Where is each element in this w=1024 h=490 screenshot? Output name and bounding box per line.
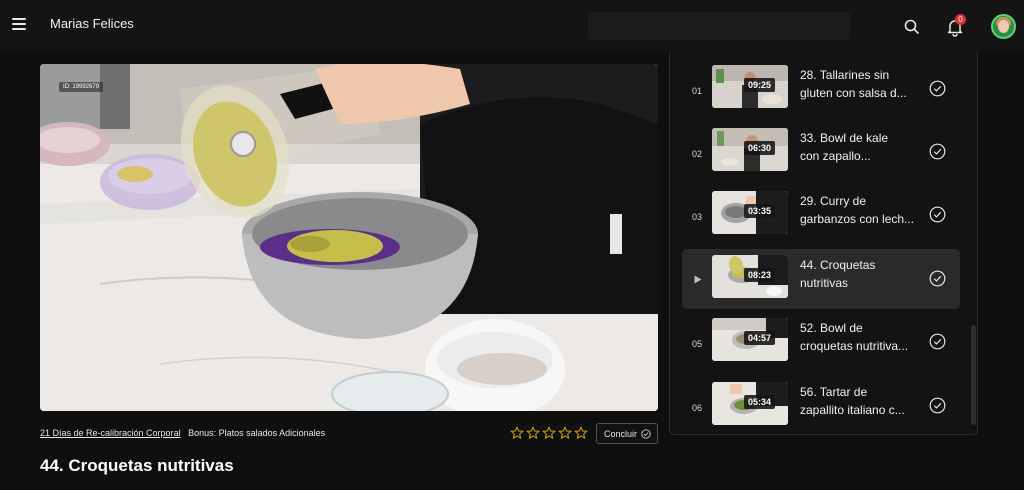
item-title-line: nutritivas xyxy=(800,276,849,290)
lesson-meta: 21 Días de Re-calibración Corporal Bonus… xyxy=(40,428,325,440)
hamburger-menu-icon[interactable] xyxy=(12,18,26,30)
star-icon[interactable] xyxy=(510,426,524,440)
star-icon[interactable] xyxy=(542,426,556,440)
item-title-line: 56. Tartar de xyxy=(800,385,868,399)
star-icon[interactable] xyxy=(526,426,540,440)
avatar[interactable] xyxy=(991,14,1016,39)
item-index: 05 xyxy=(692,339,703,349)
play-icon xyxy=(694,275,702,284)
complete-button-label: Concluir xyxy=(604,429,638,439)
playlist-item-active[interactable]: 08:23 44. Croquetas nutritivas xyxy=(682,249,960,309)
course-link[interactable]: 21 Días de Re-calibración Corporal xyxy=(40,428,181,438)
playlist-item[interactable]: 03 03:35 29. Curry de garbanzos con lech… xyxy=(682,185,960,245)
video-id-label: ID: 19992679 xyxy=(59,82,104,92)
search-icon[interactable] xyxy=(902,17,922,37)
video-frame xyxy=(40,64,658,411)
notification-badge: 0 xyxy=(955,14,966,25)
avatar-face xyxy=(998,20,1009,33)
item-duration: 06:30 xyxy=(744,141,776,155)
item-title: 52. Bowl de croquetas nutritiva... xyxy=(800,319,920,355)
check-circle-icon[interactable] xyxy=(929,333,946,350)
playlist-item[interactable]: 01 09:25 28. Tallarines sin gluten con s… xyxy=(682,59,960,119)
playlist-scrollbar-thumb[interactable] xyxy=(971,325,976,425)
section-label: Bonus: Platos salados Adicionales xyxy=(188,428,326,438)
item-index: 01 xyxy=(692,86,703,96)
item-index: 02 xyxy=(692,149,703,159)
item-title-line: con zapallo... xyxy=(800,149,871,163)
item-title-line: zapallito italiano c... xyxy=(800,403,905,417)
item-title: 44. Croquetas nutritivas xyxy=(800,256,920,292)
lesson-title: 44. Croquetas nutritivas xyxy=(40,456,234,475)
item-title-line: garbanzos con lech... xyxy=(800,212,915,226)
top-bar: Marias Felices 0 xyxy=(0,0,1024,52)
item-title-line: 28. Tallarines sin xyxy=(800,68,890,82)
check-circle-icon[interactable] xyxy=(929,397,946,414)
item-title: 33. Bowl de kale con zapallo... xyxy=(800,129,920,165)
playlist-item[interactable]: 05 04:57 52. Bowl de croquetas nutritiva… xyxy=(682,312,960,372)
check-circle-icon[interactable] xyxy=(929,143,946,160)
rating-stars[interactable] xyxy=(510,426,588,440)
item-title: 28. Tallarines sin gluten con salsa d... xyxy=(800,66,920,102)
star-icon[interactable] xyxy=(558,426,572,440)
item-title: 29. Curry de garbanzos con lech... xyxy=(800,192,920,228)
item-duration: 08:23 xyxy=(744,268,776,282)
playlist-item[interactable]: 02 06:30 33. Bowl de kale con zapallo... xyxy=(682,122,960,182)
check-circle-icon[interactable] xyxy=(929,80,946,97)
item-duration: 04:57 xyxy=(744,331,776,345)
item-title: 56. Tartar de zapallito italiano c... xyxy=(800,383,920,419)
playlist-item[interactable]: 06 05:34 56. Tartar de zapallito italian… xyxy=(682,376,960,436)
item-index: 06 xyxy=(692,403,703,413)
complete-button[interactable]: Concluir xyxy=(596,423,658,444)
item-duration: 03:35 xyxy=(744,204,776,218)
star-icon[interactable] xyxy=(574,426,588,440)
app-title[interactable]: Marias Felices xyxy=(50,16,134,31)
check-circle-icon[interactable] xyxy=(929,270,946,287)
item-title-line: 29. Curry de xyxy=(800,194,867,208)
item-index: 03 xyxy=(692,212,703,222)
item-title-line: 33. Bowl de kale xyxy=(800,131,889,145)
check-circle-icon xyxy=(641,429,651,439)
video-player[interactable]: ID: 19992679 xyxy=(40,64,658,411)
check-circle-icon[interactable] xyxy=(929,206,946,223)
item-duration: 05:34 xyxy=(744,395,776,409)
item-duration: 09:25 xyxy=(744,78,776,92)
item-title-line: 52. Bowl de xyxy=(800,321,863,335)
item-title-line: gluten con salsa d... xyxy=(800,86,907,100)
item-title-line: croquetas nutritiva... xyxy=(800,339,909,353)
item-title-line: 44. Croquetas xyxy=(800,258,876,272)
top-bar-placeholder xyxy=(588,12,850,40)
